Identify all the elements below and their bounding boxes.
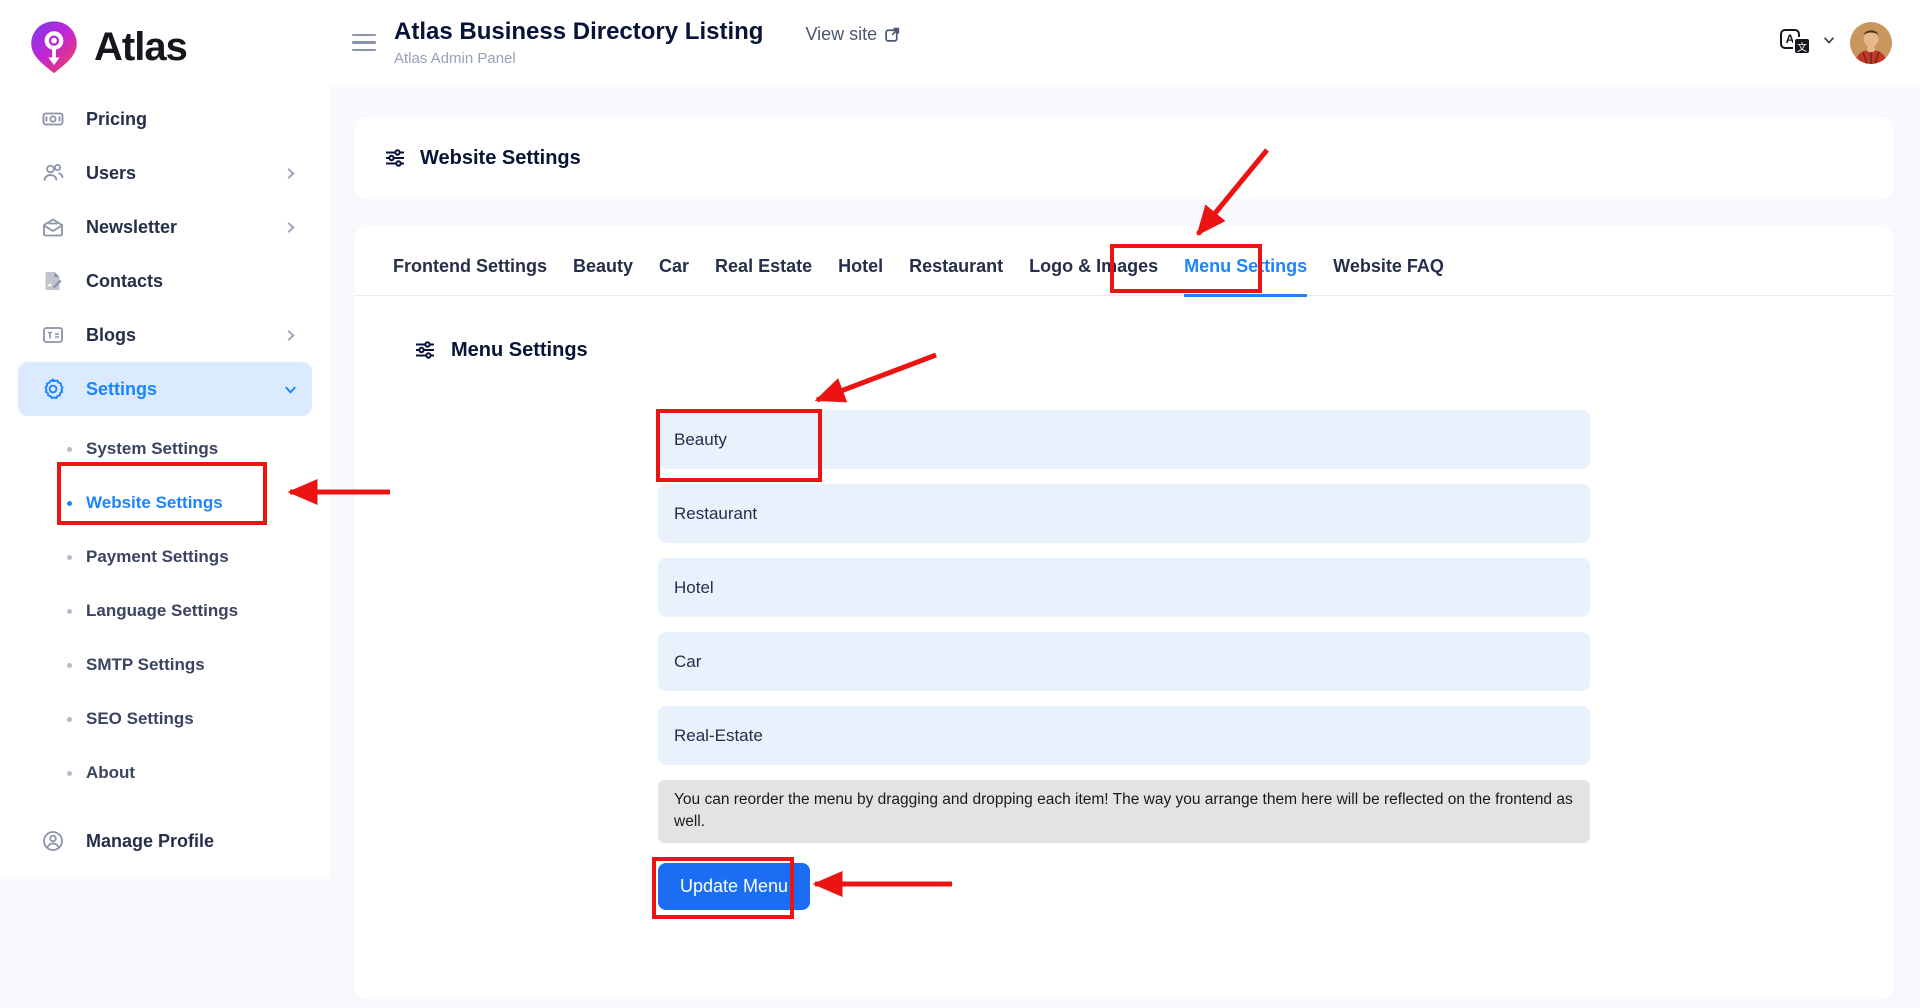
banknote-icon bbox=[40, 106, 66, 132]
blog-card-icon bbox=[40, 322, 66, 348]
card-title: Website Settings bbox=[420, 147, 581, 170]
menu-item-row-hotel[interactable]: Hotel bbox=[658, 558, 1590, 617]
update-menu-button[interactable]: Update Menu bbox=[658, 863, 810, 910]
menu-item-row-beauty[interactable]: Beauty bbox=[658, 410, 1590, 469]
chevron-down-icon bbox=[1822, 33, 1836, 52]
website-settings-card-body: Frontend Settings Beauty Car Real Estate… bbox=[355, 226, 1893, 999]
tab-real-estate[interactable]: Real Estate bbox=[715, 256, 812, 297]
sidebar-item-users[interactable]: Users bbox=[18, 146, 312, 200]
bullet-icon bbox=[67, 447, 72, 452]
chevron-right-icon bbox=[283, 328, 298, 343]
sidebar-subitem-language-settings[interactable]: Language Settings bbox=[18, 584, 312, 638]
sidebar-subitem-label: SMTP Settings bbox=[86, 655, 205, 675]
language-selector[interactable]: A 文 bbox=[1780, 27, 1836, 59]
tab-hotel[interactable]: Hotel bbox=[838, 256, 883, 297]
sidebar-subitem-seo-settings[interactable]: SEO Settings bbox=[18, 692, 312, 746]
sidebar-subitem-about[interactable]: About bbox=[18, 746, 312, 800]
tab-website-faq[interactable]: Website FAQ bbox=[1333, 256, 1444, 297]
sidebar-item-blogs[interactable]: Blogs bbox=[18, 308, 312, 362]
sidebar-subitem-label: About bbox=[86, 763, 135, 783]
menu-item-row-car[interactable]: Car bbox=[658, 632, 1590, 691]
page-heading: Atlas Business Directory Listing Atlas A… bbox=[394, 18, 763, 67]
sidebar-item-label: Contacts bbox=[86, 271, 163, 292]
external-link-icon bbox=[884, 26, 901, 43]
gear-icon bbox=[40, 376, 66, 402]
chevron-right-icon bbox=[283, 220, 298, 235]
content: Website Settings Frontend Settings Beaut… bbox=[330, 85, 1920, 999]
menu-settings-section-header: Menu Settings bbox=[413, 338, 1893, 362]
users-icon bbox=[40, 160, 66, 186]
topbar-right: A 文 bbox=[1780, 22, 1892, 64]
bullet-icon bbox=[67, 609, 72, 614]
sidebar-item-label: Manage Profile bbox=[86, 831, 214, 852]
view-site-link[interactable]: View site bbox=[805, 24, 901, 45]
sidebar-item-label: Newsletter bbox=[86, 217, 177, 238]
document-pen-icon bbox=[40, 268, 66, 294]
tab-beauty[interactable]: Beauty bbox=[573, 256, 633, 297]
main-area: Atlas Business Directory Listing Atlas A… bbox=[330, 0, 1920, 1008]
menu-item-row-restaurant[interactable]: Restaurant bbox=[658, 484, 1590, 543]
sidebar-item-newsletter[interactable]: Newsletter bbox=[18, 200, 312, 254]
atlas-pin-logo-icon bbox=[26, 19, 82, 75]
sidebar-subitem-label: Language Settings bbox=[86, 601, 238, 621]
sidebar-subitem-label: System Settings bbox=[86, 439, 218, 459]
hamburger-menu-icon[interactable] bbox=[352, 34, 376, 52]
sliders-icon bbox=[413, 338, 437, 362]
envelope-icon bbox=[40, 214, 66, 240]
chevron-right-icon bbox=[283, 166, 298, 181]
bullet-icon bbox=[67, 501, 72, 506]
tab-frontend-settings[interactable]: Frontend Settings bbox=[393, 256, 547, 297]
translate-icon-cjk: 文 bbox=[1793, 37, 1811, 55]
sliders-icon bbox=[383, 146, 407, 170]
sidebar-subitem-website-settings[interactable]: Website Settings bbox=[18, 476, 312, 530]
menu-item-row-real-estate[interactable]: Real-Estate bbox=[658, 706, 1590, 765]
sidebar-subitem-system-settings[interactable]: System Settings bbox=[18, 422, 312, 476]
settings-submenu: System Settings Website Settings Payment… bbox=[18, 416, 312, 800]
settings-tabs: Frontend Settings Beauty Car Real Estate… bbox=[355, 226, 1893, 296]
brand-name: Atlas bbox=[94, 25, 187, 70]
page-subtitle: Atlas Admin Panel bbox=[394, 50, 763, 67]
bullet-icon bbox=[67, 555, 72, 560]
sidebar-item-contacts[interactable]: Contacts bbox=[18, 254, 312, 308]
translate-icon: A 文 bbox=[1780, 27, 1814, 59]
bullet-icon bbox=[67, 663, 72, 668]
reorder-help-note: You can reorder the menu by dragging and… bbox=[658, 780, 1590, 843]
sidebar-subitem-label: Website Settings bbox=[86, 493, 223, 513]
topbar: Atlas Business Directory Listing Atlas A… bbox=[330, 0, 1920, 85]
sidebar-item-label: Pricing bbox=[86, 109, 147, 130]
bullet-icon bbox=[67, 771, 72, 776]
sidebar-menu: Pricing Users Newsletter Cont bbox=[0, 78, 330, 868]
website-settings-card-header: Website Settings bbox=[355, 117, 1893, 199]
page-title: Atlas Business Directory Listing bbox=[394, 18, 763, 46]
brand-logo[interactable]: Atlas bbox=[0, 0, 330, 78]
section-title: Menu Settings bbox=[451, 339, 588, 362]
chevron-down-icon bbox=[283, 382, 298, 397]
tab-logo-images[interactable]: Logo & Images bbox=[1029, 256, 1158, 297]
sidebar-subitem-smtp-settings[interactable]: SMTP Settings bbox=[18, 638, 312, 692]
sidebar-item-manage-profile[interactable]: Manage Profile bbox=[18, 814, 312, 868]
draggable-menu-list: Beauty Restaurant Hotel Car Real-Estate … bbox=[658, 410, 1590, 910]
tab-menu-settings[interactable]: Menu Settings bbox=[1184, 256, 1307, 297]
sidebar-subitem-label: Payment Settings bbox=[86, 547, 229, 567]
sidebar-item-pricing[interactable]: Pricing bbox=[18, 92, 312, 146]
person-circle-icon bbox=[40, 828, 66, 854]
tab-car[interactable]: Car bbox=[659, 256, 689, 297]
sidebar-item-settings[interactable]: Settings bbox=[18, 362, 312, 416]
view-site-label: View site bbox=[805, 24, 877, 45]
sidebar-subitem-label: SEO Settings bbox=[86, 709, 194, 729]
app-root: Atlas Pricing Users Newsletter bbox=[0, 0, 1920, 1008]
bullet-icon bbox=[67, 717, 72, 722]
user-avatar[interactable] bbox=[1850, 22, 1892, 64]
sidebar-item-label: Users bbox=[86, 163, 136, 184]
tab-restaurant[interactable]: Restaurant bbox=[909, 256, 1003, 297]
sidebar-subitem-payment-settings[interactable]: Payment Settings bbox=[18, 530, 312, 584]
sidebar-item-label: Settings bbox=[86, 379, 157, 400]
sidebar-item-label: Blogs bbox=[86, 325, 136, 346]
sidebar: Atlas Pricing Users Newsletter bbox=[0, 0, 330, 877]
